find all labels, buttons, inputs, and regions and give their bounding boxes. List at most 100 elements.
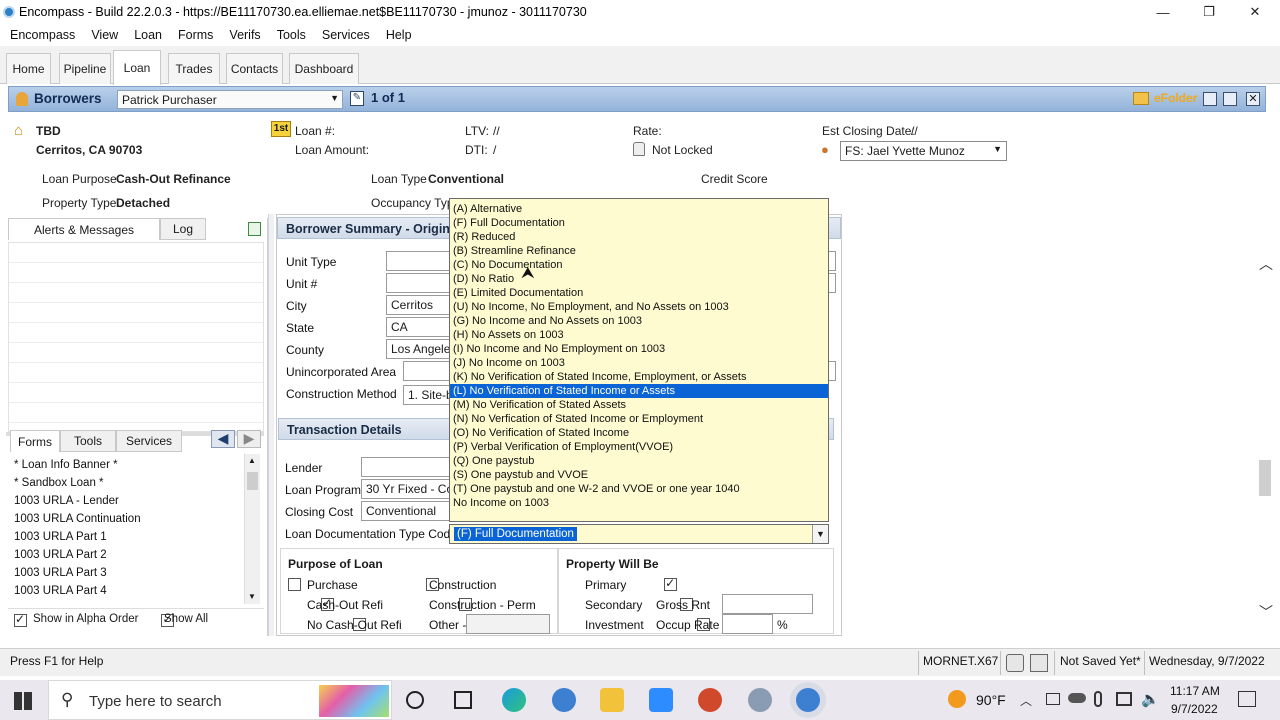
tab-contacts[interactable]: Contacts: [226, 53, 283, 84]
calculator-icon[interactable]: [1006, 654, 1024, 672]
onedrive-icon[interactable]: [1068, 693, 1086, 703]
app-icon[interactable]: [748, 688, 772, 712]
edit-icon[interactable]: ✎: [350, 91, 364, 106]
list-item[interactable]: 1003 URLA Part 1: [8, 528, 240, 546]
dropdown-option[interactable]: (H) No Assets on 1003: [450, 328, 828, 342]
city-field[interactable]: Cerritos: [386, 295, 450, 315]
list-item[interactable]: * Sandbox Loan *: [8, 474, 240, 492]
list-item[interactable]: 1003 URLA - Lender: [8, 492, 240, 510]
dropdown-option[interactable]: (M) No Verification of Stated Assets: [450, 398, 828, 412]
chevron-down-icon[interactable]: ▼: [812, 525, 828, 543]
dropdown-option[interactable]: (C) No Documentation: [450, 258, 828, 272]
closing-cost-field[interactable]: Conventional: [361, 501, 450, 521]
scroll-down-icon[interactable]: ▼: [248, 592, 256, 601]
list-item[interactable]: * Loan Info Banner *: [8, 456, 240, 474]
unincorporated-area-field[interactable]: [403, 361, 450, 381]
dropdown-option[interactable]: (N) No Verfication of Stated Income or E…: [450, 412, 828, 426]
dropdown-option[interactable]: (D) No Ratio: [450, 272, 828, 286]
borrower-select[interactable]: Patrick Purchaser ▼: [117, 90, 343, 109]
scroll-up-icon[interactable]: ︿: [1259, 254, 1273, 274]
taskbar-search-box[interactable]: ⚲ Type here to search: [48, 680, 392, 720]
tab-trades[interactable]: Trades: [168, 53, 220, 84]
dropdown-option[interactable]: (R) Reduced: [450, 230, 828, 244]
encompass-active-icon[interactable]: [796, 688, 820, 712]
dropdown-option[interactable]: (A) Alternative: [450, 202, 828, 216]
dropdown-option[interactable]: (J) No Income on 1003: [450, 356, 828, 370]
tab-home[interactable]: Home: [6, 53, 51, 84]
task-view-icon[interactable]: [454, 691, 472, 709]
close-window-button[interactable]: ✕: [1232, 2, 1278, 22]
menu-view[interactable]: View: [83, 28, 126, 42]
menu-services[interactable]: Services: [314, 28, 378, 42]
dropdown-option[interactable]: (U) No Income, No Employment, and No Ass…: [450, 300, 828, 314]
dropdown-option[interactable]: (K) No Verification of Stated Income, Em…: [450, 370, 828, 384]
main-vertical-scrollbar[interactable]: ︿ ﹀: [1256, 250, 1274, 630]
powerpoint-icon[interactable]: [698, 688, 722, 712]
add-alert-icon[interactable]: [248, 222, 261, 236]
tab-pipeline[interactable]: Pipeline: [59, 53, 111, 84]
other-purpose-field[interactable]: [466, 614, 550, 634]
restore-button[interactable]: ❐: [1186, 2, 1232, 22]
arrow-left-icon[interactable]: ◀: [211, 430, 235, 448]
menu-encompass[interactable]: Encompass: [2, 28, 83, 42]
efolder-button[interactable]: eFolder: [1154, 91, 1197, 105]
dropdown-option-highlighted[interactable]: (L) No Verification of Stated Income or …: [450, 384, 828, 398]
document-icon[interactable]: [1030, 654, 1048, 672]
minimize-button[interactable]: —: [1140, 2, 1186, 22]
menu-verifs[interactable]: Verifs: [221, 28, 268, 42]
file-explorer-icon[interactable]: [600, 688, 624, 712]
list-item[interactable]: 1003 URLA Part 2: [8, 546, 240, 564]
primary-checkbox[interactable]: [664, 576, 678, 592]
purchase-checkbox[interactable]: [288, 578, 301, 592]
list-item[interactable]: 1003 URLA Part 4: [8, 582, 240, 600]
lender-field[interactable]: [361, 457, 450, 477]
tab-alerts-messages[interactable]: Alerts & Messages: [8, 218, 160, 240]
show-alpha-checkbox[interactable]: [14, 612, 27, 628]
tab-tools[interactable]: Tools: [60, 430, 116, 452]
scroll-down-icon[interactable]: ﹀: [1259, 602, 1273, 622]
loan-program-field[interactable]: 30 Yr Fixed - Con: [361, 479, 450, 499]
menu-help[interactable]: Help: [378, 28, 420, 42]
occupancy-rate-field[interactable]: [722, 614, 773, 634]
state-field[interactable]: CA: [386, 317, 450, 337]
close-loan-icon[interactable]: ✕: [1246, 92, 1260, 106]
dropdown-option[interactable]: (S) One paystub and VVOE: [450, 468, 828, 482]
microphone-icon[interactable]: [1094, 691, 1102, 707]
dropdown-option[interactable]: (B) Streamline Refinance: [450, 244, 828, 258]
dropdown-option[interactable]: (Q) One paystub: [450, 454, 828, 468]
tray-app-icon[interactable]: [1046, 693, 1060, 705]
dropdown-option[interactable]: (T) One paystub and one W-2 and VVOE or …: [450, 482, 828, 496]
volume-icon[interactable]: 🔈: [1141, 690, 1160, 708]
county-field[interactable]: Los Angeles: [386, 339, 450, 359]
list-item[interactable]: 1003 URLA Part 3: [8, 564, 240, 582]
menu-forms[interactable]: Forms: [170, 28, 221, 42]
network-icon[interactable]: [1116, 692, 1132, 706]
windows-start-icon[interactable]: [14, 692, 32, 710]
unit-number-field[interactable]: [386, 273, 450, 293]
arrow-right-icon[interactable]: ▶: [237, 430, 261, 448]
scroll-up-icon[interactable]: ▲: [248, 456, 256, 465]
tab-services[interactable]: Services: [116, 430, 182, 452]
tab-log[interactable]: Log: [160, 218, 206, 240]
tab-forms[interactable]: Forms: [10, 430, 60, 452]
gross-rent-field[interactable]: [722, 594, 813, 614]
folder-icon[interactable]: [1133, 92, 1149, 105]
dropdown-option[interactable]: (G) No Income and No Assets on 1003: [450, 314, 828, 328]
edge-icon[interactable]: [502, 688, 526, 712]
list-item[interactable]: 1003 URLA Continuation: [8, 510, 240, 528]
forms-scrollbar[interactable]: ▲ ▼: [244, 454, 260, 604]
scroll-thumb[interactable]: [1259, 460, 1271, 496]
dropdown-option[interactable]: (I) No Income and No Employment on 1003: [450, 342, 828, 356]
cortana-icon[interactable]: [406, 691, 424, 709]
encompass-taskbar-icon[interactable]: [552, 688, 576, 712]
file-starter-select[interactable]: FS: Jael Yvette Munoz ▼: [840, 141, 1007, 161]
vertical-splitter[interactable]: [268, 214, 274, 636]
unit-type-field[interactable]: [386, 251, 450, 271]
notifications-icon[interactable]: [1238, 691, 1256, 707]
zoom-icon[interactable]: [649, 688, 673, 712]
dropdown-option[interactable]: (O) No Verification of Stated Income: [450, 426, 828, 440]
tab-dashboard[interactable]: Dashboard: [289, 53, 359, 84]
menu-tools[interactable]: Tools: [269, 28, 314, 42]
tray-chevron-icon[interactable]: ︿: [1020, 692, 1032, 709]
construction-method-select[interactable]: 1. Site-bu: [403, 385, 450, 405]
